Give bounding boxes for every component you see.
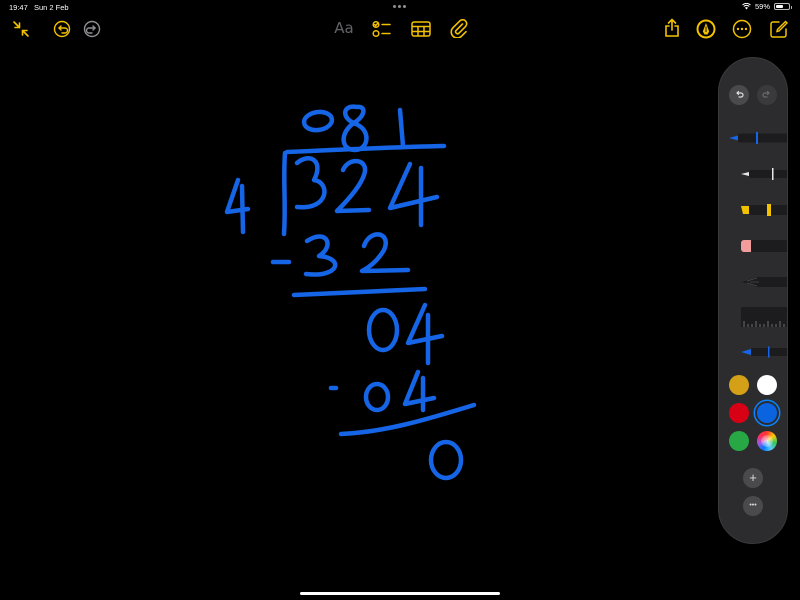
eraser-tool[interactable] bbox=[739, 236, 787, 256]
color-swatch-yellow[interactable] bbox=[729, 375, 749, 395]
handwritten-quotient-line bbox=[284, 143, 447, 155]
handwritten-remainder-1 bbox=[366, 302, 445, 366]
handwritten-final-remainder bbox=[428, 439, 464, 481]
color-swatch-red[interactable] bbox=[729, 403, 749, 423]
handwritten-line-2 bbox=[338, 402, 477, 437]
palette-more-button[interactable]: ••• bbox=[743, 496, 763, 516]
home-indicator[interactable] bbox=[300, 592, 500, 595]
add-tool-button[interactable]: + bbox=[743, 468, 763, 488]
pen-tool[interactable] bbox=[729, 128, 787, 148]
color-swatch-white[interactable] bbox=[757, 375, 777, 395]
monoline-tool[interactable] bbox=[739, 164, 787, 184]
notes-screen: 19:47 Sun 2 Feb 59% Aa + ••• bbox=[0, 0, 800, 600]
color-wheel-icon[interactable] bbox=[757, 431, 777, 451]
handwritten-quotient bbox=[301, 104, 406, 153]
palette-redo-icon[interactable] bbox=[757, 85, 777, 105]
handwritten-dividend bbox=[294, 156, 440, 228]
handwritten-bracket bbox=[281, 150, 288, 237]
palette-undo-icon[interactable] bbox=[729, 85, 749, 105]
ruler-tool[interactable] bbox=[739, 306, 787, 327]
handwritten-divisor bbox=[224, 177, 251, 235]
color-swatch-blue[interactable] bbox=[757, 403, 777, 423]
handwritten-subtract-2 bbox=[328, 369, 437, 413]
pencil-tool[interactable] bbox=[739, 272, 787, 292]
handwritten-subtract-1 bbox=[270, 232, 411, 277]
highlighter-tool[interactable] bbox=[739, 200, 787, 220]
tool-palette: + ••• bbox=[718, 57, 788, 544]
fountain-pen-tool[interactable] bbox=[739, 342, 787, 362]
drawing-canvas[interactable] bbox=[0, 50, 800, 590]
handwritten-line-1 bbox=[291, 286, 428, 298]
color-swatch-green[interactable] bbox=[729, 431, 749, 451]
